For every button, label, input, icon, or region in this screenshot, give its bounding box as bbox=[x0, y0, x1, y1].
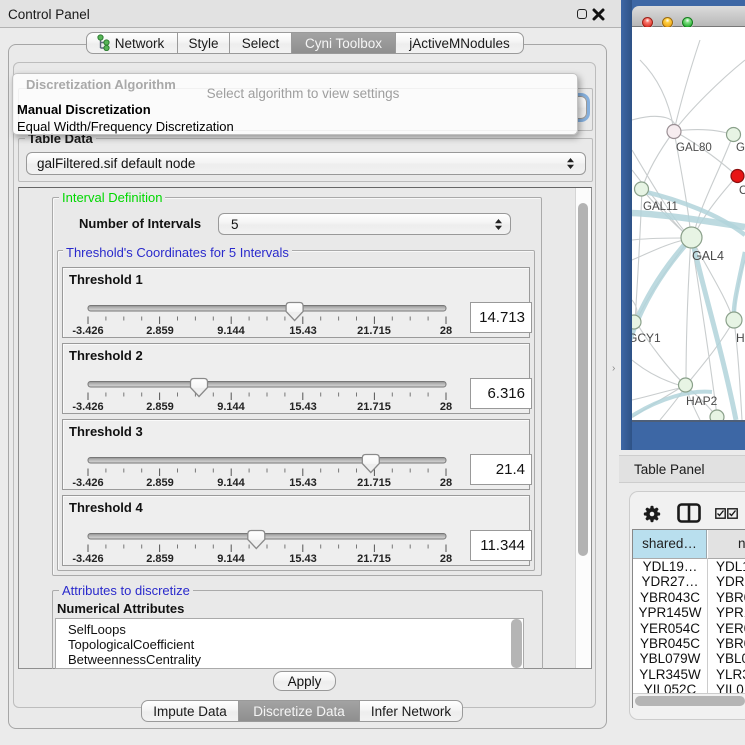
svg-text:GCY1: GCY1 bbox=[632, 331, 661, 345]
svg-text:H: H bbox=[736, 331, 745, 345]
svg-text:HAP2: HAP2 bbox=[686, 394, 718, 408]
svg-text:GA: GA bbox=[736, 142, 745, 154]
svg-text:GAL4: GAL4 bbox=[692, 249, 724, 263]
svg-text:GAL80: GAL80 bbox=[676, 142, 712, 154]
svg-text:GAL11: GAL11 bbox=[643, 201, 678, 213]
svg-text:C: C bbox=[739, 185, 745, 197]
